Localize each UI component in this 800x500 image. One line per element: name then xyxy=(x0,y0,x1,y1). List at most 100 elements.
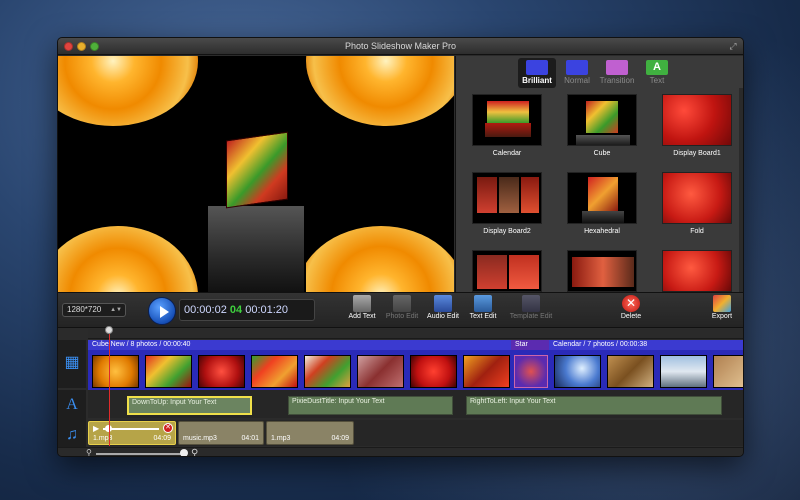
title-bar: Photo Slideshow Maker Pro ⤢ xyxy=(58,38,743,55)
tab-normal[interactable]: Normal xyxy=(558,58,596,88)
fullscreen-icon[interactable]: ⤢ xyxy=(728,41,738,51)
zoom-out-icon[interactable]: ⚲ xyxy=(86,448,92,456)
zoom-in-icon[interactable]: ⚲ xyxy=(191,448,198,456)
music-clip-duration: 04:09 xyxy=(153,435,171,442)
zoom-window-button[interactable] xyxy=(90,42,99,51)
effect-display-board2[interactable]: Display Board2 xyxy=(462,172,552,238)
photo-thumbnail[interactable] xyxy=(251,355,298,388)
effect-thumbnail xyxy=(567,172,637,224)
effect-display-board1[interactable]: Display Board1 xyxy=(652,94,742,160)
preview-canvas xyxy=(58,56,454,292)
tool-label: Photo Edit xyxy=(385,313,419,320)
text-icon: A xyxy=(66,396,78,413)
music-track: ▶ ✕ 1.mp3 04:09 music.mp3 04:01 1.mp3 04… xyxy=(88,420,743,446)
preview-slab xyxy=(306,216,454,292)
effect-thumbnail xyxy=(567,94,637,146)
close-window-button[interactable] xyxy=(64,42,73,51)
effect-fold[interactable]: Fold xyxy=(652,172,742,238)
cube-reflection xyxy=(208,206,304,292)
zoom-slider-knob[interactable] xyxy=(180,449,188,456)
text-clip[interactable]: RightToLeft: Input Your Text xyxy=(466,396,722,415)
effect-thumbnail xyxy=(662,250,732,292)
transition-header-star[interactable]: Star xyxy=(511,340,549,350)
photo-track-header: ▦ xyxy=(58,340,86,388)
music-clip-name: music.mp3 xyxy=(183,435,217,442)
photo-thumbnail[interactable] xyxy=(357,355,404,388)
total-time: 00:01:20 xyxy=(245,304,289,316)
tool-label: Audio Edit xyxy=(427,313,459,320)
photo-thumbnail[interactable] xyxy=(660,355,707,388)
music-clip[interactable]: music.mp3 04:01 xyxy=(178,421,264,445)
timeline-ruler[interactable] xyxy=(88,329,743,339)
effect-thumbnail xyxy=(662,94,732,146)
text-clip[interactable]: DownToUp: Input Your Text xyxy=(127,396,252,415)
photo-thumbnail[interactable] xyxy=(92,355,139,388)
delete-icon: ✕ xyxy=(622,295,640,312)
tool-label: Text Edit xyxy=(469,313,497,320)
effect-thumbnail xyxy=(472,250,542,292)
effect-thumbnail xyxy=(567,250,637,292)
tab-label: Brilliant xyxy=(522,76,552,85)
add-text-icon xyxy=(353,295,371,312)
playhead-handle[interactable] xyxy=(105,326,113,334)
effect-label: Display Board2 xyxy=(483,228,531,235)
minimize-window-button[interactable] xyxy=(77,42,86,51)
effect-cube[interactable]: Cube xyxy=(557,94,647,160)
photo-thumbnail[interactable] xyxy=(304,355,351,388)
playhead-line xyxy=(109,334,110,446)
play-icon[interactable]: ▶ xyxy=(93,424,99,433)
resolution-select[interactable]: 1280*720 ▲▼ xyxy=(62,303,126,317)
play-button[interactable] xyxy=(148,297,176,325)
photo-thumbnail[interactable] xyxy=(607,355,654,388)
timecode-display: 00:00:02 04 00:01:20 xyxy=(179,299,315,321)
effects-panel: Brilliant Normal Transition A Text Calen… xyxy=(455,56,743,292)
template-edit-button[interactable]: Template Edit xyxy=(503,295,559,327)
photo-thumbnail[interactable] xyxy=(463,355,510,388)
effect-label: Hexahedral xyxy=(584,228,620,235)
delete-button[interactable]: ✕ Delete xyxy=(606,295,656,327)
segment-header-calendar[interactable]: Calendar / 7 photos / 00:00:38 xyxy=(549,340,743,350)
effect-thumbnail xyxy=(472,94,542,146)
effect-label: Calendar xyxy=(492,150,522,157)
transition-thumbnail[interactable] xyxy=(514,355,548,388)
select-arrows-icon: ▲▼ xyxy=(110,307,122,313)
effect-hexahedral[interactable]: Hexahedral xyxy=(557,172,647,238)
photo-thumbnail[interactable] xyxy=(554,355,601,388)
folder-icon xyxy=(566,60,588,75)
export-icon xyxy=(713,295,731,312)
preview-slab xyxy=(306,56,454,132)
photo-thumbnail[interactable] xyxy=(145,355,192,388)
folder-icon xyxy=(606,60,628,75)
effect-label: Fold xyxy=(690,228,704,235)
effect-tabs: Brilliant Normal Transition A Text xyxy=(518,58,676,88)
tab-label: Text xyxy=(649,76,665,85)
photo-thumbnail[interactable] xyxy=(198,355,245,388)
effect-thumbnail xyxy=(662,172,732,224)
photo-thumbnail[interactable] xyxy=(410,355,457,388)
tab-brilliant[interactable]: Brilliant xyxy=(518,58,556,88)
effect-label: Cube xyxy=(593,150,611,157)
effect-label: Display Board1 xyxy=(673,150,721,157)
text-edit-button[interactable]: Text Edit xyxy=(458,295,508,327)
music-clip[interactable]: ▶ ✕ 1.mp3 04:09 xyxy=(88,421,176,445)
app-window: Photo Slideshow Maker Pro ⤢ Brilliant No… xyxy=(57,37,744,457)
audio-edit-icon xyxy=(434,295,452,312)
preview-slab xyxy=(58,56,206,132)
photo-thumbnail[interactable] xyxy=(713,355,743,388)
effect-calendar[interactable]: Calendar xyxy=(462,94,552,160)
template-edit-icon xyxy=(522,295,540,312)
music-clip-duration: 04:09 xyxy=(331,435,349,442)
text-clip[interactable]: PixieDustTitle: Input Your Text xyxy=(288,396,453,415)
text-track-header: A xyxy=(58,390,86,424)
tab-transition[interactable]: Transition xyxy=(598,58,636,88)
zoom-slider[interactable] xyxy=(96,453,186,455)
segment-header-cube[interactable]: Cube New / 8 photos / 00:00:40 xyxy=(88,340,511,350)
tab-text[interactable]: A Text xyxy=(638,58,676,88)
export-button[interactable]: Export xyxy=(700,295,743,327)
preview-cube xyxy=(226,131,288,209)
text-tab-icon: A xyxy=(646,60,668,75)
film-icon: ▦ xyxy=(64,354,80,371)
effects-scrollbar[interactable] xyxy=(739,88,743,292)
remove-clip-icon[interactable]: ✕ xyxy=(163,423,173,433)
music-clip[interactable]: 1.mp3 04:09 xyxy=(266,421,354,445)
